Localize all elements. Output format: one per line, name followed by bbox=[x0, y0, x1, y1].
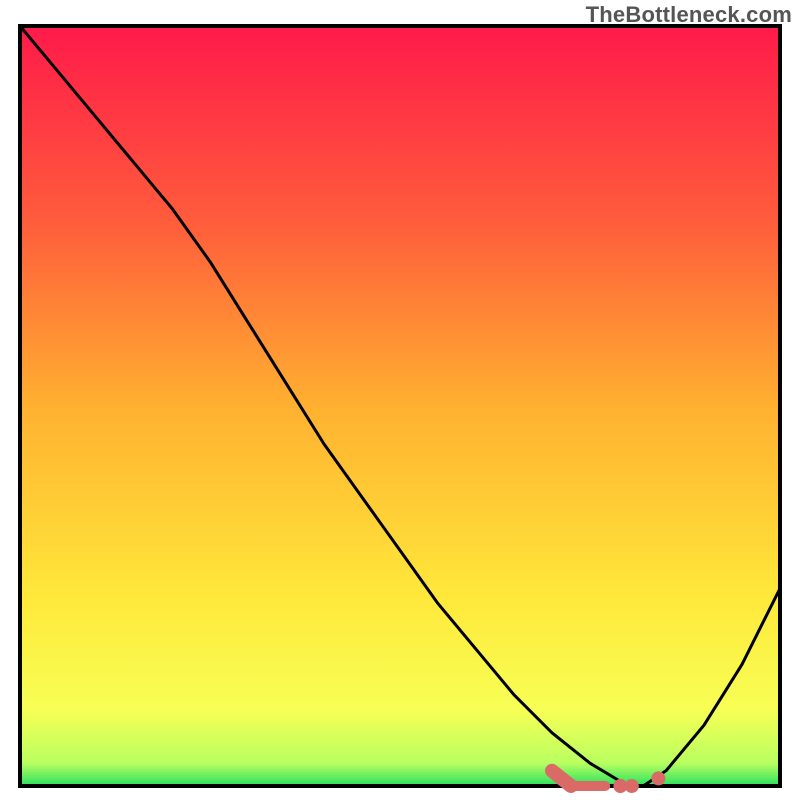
chart-container: TheBottleneck.com bbox=[0, 0, 800, 800]
optimal-marker-dot bbox=[651, 771, 665, 785]
optimal-marker-dot bbox=[625, 779, 639, 793]
watermark-text: TheBottleneck.com bbox=[586, 2, 792, 28]
gradient-background bbox=[20, 26, 780, 786]
bottleneck-chart bbox=[0, 0, 800, 800]
